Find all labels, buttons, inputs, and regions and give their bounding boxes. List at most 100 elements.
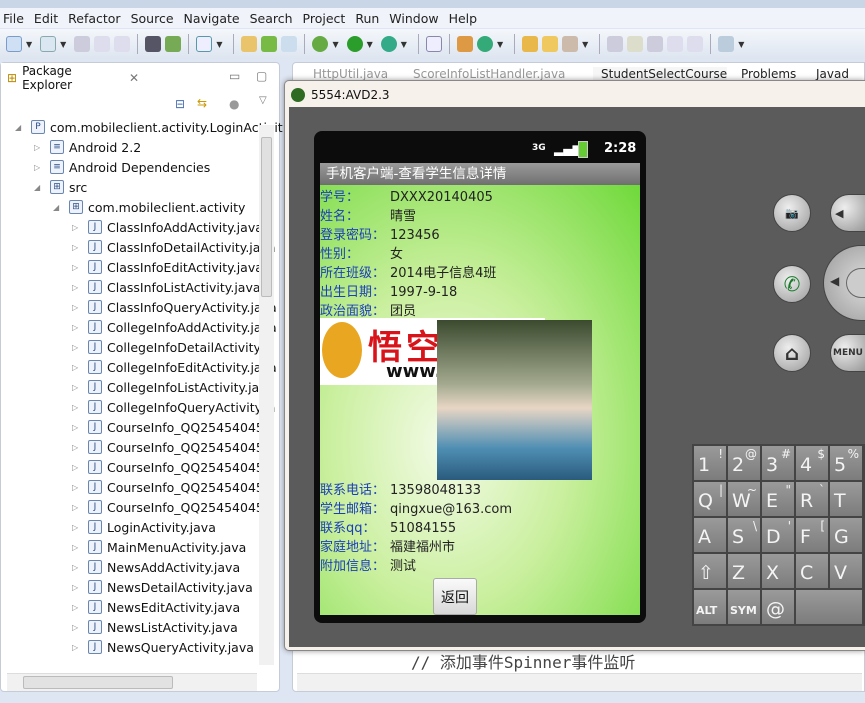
tree-item[interactable]: ▷ J ClassInfoDetailActivity.java [72,237,276,257]
menu-source[interactable]: Source [128,11,181,26]
menu-window[interactable]: Window [386,11,445,26]
collapsed-arrow-icon[interactable]: ▷ [72,503,82,512]
chevron-down-icon[interactable]: ▼ [60,40,66,49]
key[interactable]: T [830,482,862,516]
chevron-down-icon[interactable]: ▼ [216,40,222,49]
tree-item[interactable]: ▷ J CollegeInfoListActivity.java [72,377,274,397]
key[interactable]: F[ [796,518,828,552]
expanded-arrow-icon[interactable]: ◢ [15,123,25,132]
open-folder-icon[interactable] [542,36,559,52]
junit-icon[interactable] [261,36,278,52]
dpad[interactable]: ◀ [823,245,865,321]
key[interactable]: C [796,554,828,588]
collapsed-arrow-icon[interactable]: ▷ [72,523,82,532]
expanded-arrow-icon[interactable]: ◢ [53,203,63,212]
menu-navigate[interactable]: Navigate [181,11,247,26]
tree-item[interactable]: ▷ J CourseInfo_QQ254540457 [72,437,272,457]
tree-item[interactable]: ▷ J CollegeInfoAddActivity.java [72,317,277,337]
tree-item[interactable]: ◢ ⊞ com.mobileclient.activity [53,197,245,217]
vertical-scrollbar[interactable] [259,125,274,665]
key[interactable]: 2 @ [728,446,760,480]
chevron-down-icon[interactable]: ▼ [401,40,407,49]
key[interactable]: 1! [694,446,726,480]
expanded-arrow-icon[interactable]: ◢ [34,183,44,192]
new-wizard-icon[interactable] [40,36,57,52]
view-menu-icon[interactable]: ● [229,97,239,111]
tree-item[interactable]: ▷ J CollegeInfoQueryActivity.ja [72,397,275,417]
open-type-icon[interactable] [522,36,539,52]
menu-edit[interactable]: Edit [31,11,65,26]
new-icon[interactable] [6,36,22,52]
key[interactable]: Z [728,554,760,588]
collapsed-arrow-icon[interactable]: ▷ [72,443,82,452]
menu-help[interactable]: Help [446,11,485,26]
collapsed-arrow-icon[interactable]: ▷ [72,643,82,652]
tree-item[interactable]: ▷ J NewsDetailActivity.java [72,577,253,597]
collapsed-arrow-icon[interactable]: ▷ [72,423,82,432]
tree-item[interactable]: ▷ J MainMenuActivity.java [72,537,246,557]
save-icon[interactable] [74,36,91,52]
key[interactable]: Q | [694,482,726,516]
tree-item[interactable]: ▷ ≡ Android Dependencies [34,157,210,177]
key[interactable]: R ` [796,482,828,516]
save-all-icon[interactable] [94,36,111,52]
key[interactable]: D ' [762,518,794,552]
tree-item[interactable]: ▷ J CourseInfo_QQ254540457 [72,497,272,517]
chevron-down-icon[interactable]: ▼ [367,40,373,49]
collapsed-arrow-icon[interactable]: ▷ [72,383,82,392]
scrollbar-thumb[interactable] [261,137,272,297]
key[interactable]: SYM [728,590,760,624]
tree-item[interactable]: ▷ J CollegeInfoEditActivity.java [72,357,277,377]
horizontal-scrollbar[interactable] [7,673,257,691]
collapsed-arrow-icon[interactable]: ▷ [72,283,82,292]
collapse-all-icon[interactable]: ⊟ [175,97,185,111]
next-annotation-icon[interactable] [718,36,735,52]
collapsed-arrow-icon[interactable]: ▷ [72,363,82,372]
collapsed-arrow-icon[interactable]: ▷ [72,483,82,492]
dpad-left-icon[interactable]: ◀ [830,274,839,288]
key[interactable]: @ [762,590,794,624]
volume-button[interactable]: ◀ [830,194,865,232]
tree-item[interactable]: ▷ J CollegeInfoDetailActivity.ja [72,337,274,357]
menu-run[interactable]: Run [352,11,386,26]
chevron-down-icon[interactable]: ▼ [582,40,588,49]
whitespace-icon[interactable] [687,36,704,52]
collapsed-arrow-icon[interactable]: ▷ [72,543,82,552]
tab-package-explorer[interactable]: ⊞ Package Explorer ✕ [1,63,139,93]
collapsed-arrow-icon[interactable]: ▷ [34,143,44,152]
tree-item[interactable]: ▷ ≡ Android 2.2 [34,137,141,157]
space-key[interactable] [796,590,862,624]
chevron-down-icon[interactable]: ▼ [497,40,503,49]
collapsed-arrow-icon[interactable]: ▷ [34,163,44,172]
collapsed-arrow-icon[interactable]: ▷ [72,603,82,612]
new-file-icon[interactable] [281,36,298,52]
collapsed-arrow-icon[interactable]: ▷ [72,303,82,312]
key[interactable]: G [830,518,862,552]
dpad-center[interactable] [846,268,865,298]
tree-item[interactable]: ▷ J CourseInfo_QQ254540457 [72,457,272,477]
back-button[interactable]: 返回 [433,578,477,615]
tree-item[interactable]: ▷ J ClassInfoEditActivity.java [72,257,263,277]
new-package-icon[interactable] [456,36,473,52]
key[interactable]: E " [762,482,794,516]
pen-icon[interactable] [562,36,579,52]
collapsed-arrow-icon[interactable]: ▷ [72,343,82,352]
collapsed-arrow-icon[interactable]: ▷ [72,223,82,232]
collapsed-arrow-icon[interactable]: ▷ [72,263,82,272]
tree-item[interactable]: ▷ J CourseInfo_QQ254540457 [72,477,272,497]
camera-button[interactable]: 📷 [773,194,811,232]
key[interactable]: 5% [830,446,862,480]
tree-item-project[interactable]: ◢ Pcom.mobileclient.activity.LoginActivit [15,117,283,137]
key[interactable]: V [830,554,862,588]
tree-item[interactable]: ▷ J LoginActivity.java [72,517,216,537]
new-class-icon[interactable] [476,36,493,52]
editor-horizontal-scrollbar[interactable] [297,673,862,691]
home-button[interactable]: ⌂ [773,334,811,372]
collapsed-arrow-icon[interactable]: ▷ [72,623,82,632]
avd-manager-icon[interactable] [165,36,182,52]
key[interactable]: 4 $ [796,446,828,480]
close-icon[interactable]: ✕ [129,71,139,85]
menu-button[interactable]: MENU [830,334,865,372]
key[interactable]: A [694,518,726,552]
key[interactable]: X [762,554,794,588]
